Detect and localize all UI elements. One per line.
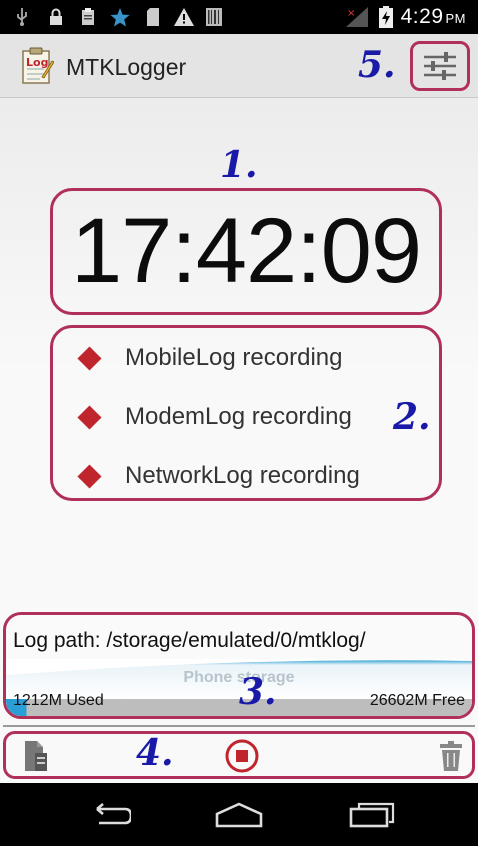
app-logo-text: Log bbox=[26, 56, 49, 69]
log-files-icon bbox=[25, 741, 47, 771]
trash-icon bbox=[440, 741, 462, 771]
main-content: 1. 17:42:09 MobileLog recording ModemLog… bbox=[0, 98, 478, 783]
free-space: 26602M Free bbox=[369, 692, 465, 709]
divider bbox=[3, 725, 475, 727]
status-bar: × 4:29 PM bbox=[0, 0, 478, 34]
clipboard-icon bbox=[80, 7, 96, 27]
elapsed-timer: 17:42:09 bbox=[70, 200, 422, 302]
barcode-icon bbox=[205, 7, 223, 27]
star-icon bbox=[110, 7, 130, 27]
recording-indicator-icon bbox=[77, 463, 102, 489]
recents-icon bbox=[349, 802, 395, 828]
warning-icon bbox=[174, 7, 194, 27]
status-row-networklog: NetworkLog recording bbox=[77, 461, 360, 491]
battery-icon bbox=[378, 6, 394, 28]
status-label: MobileLog recording bbox=[125, 344, 343, 371]
used-space: 1212M Used bbox=[13, 692, 104, 709]
time-value: 4:29 bbox=[400, 5, 444, 28]
log-files-button[interactable] bbox=[18, 737, 54, 775]
recording-indicator-icon bbox=[77, 345, 102, 371]
usb-icon bbox=[14, 7, 30, 27]
back-button[interactable] bbox=[78, 797, 138, 833]
status-row-mobilelog: MobileLog recording bbox=[77, 343, 342, 373]
app-title: MTKLogger bbox=[66, 54, 187, 80]
signal-icon: × bbox=[346, 7, 368, 27]
back-icon bbox=[96, 803, 131, 825]
annotation-3: 3. bbox=[239, 671, 277, 713]
time-ampm: PM bbox=[445, 11, 466, 26]
delete-logs-button[interactable] bbox=[434, 737, 468, 775]
bottom-toolbar: 4. bbox=[3, 731, 475, 779]
sliders-icon bbox=[424, 52, 456, 80]
annotation-2: 2. bbox=[393, 396, 431, 438]
app-logo-icon: Log bbox=[22, 47, 55, 85]
status-label: ModemLog recording bbox=[125, 403, 352, 430]
status-label: NetworkLog recording bbox=[125, 462, 360, 489]
lock-icon bbox=[48, 7, 64, 27]
home-icon bbox=[215, 802, 263, 828]
recents-button[interactable] bbox=[342, 797, 402, 833]
app-bar: Log MTKLogger 5. bbox=[0, 34, 478, 98]
storage-panel: Log path: /storage/emulated/0/mtklog/ Ph… bbox=[3, 612, 475, 719]
recording-indicator-icon bbox=[77, 404, 102, 430]
annotation-4: 4. bbox=[136, 732, 174, 774]
home-button[interactable] bbox=[209, 797, 269, 833]
annotation-1: 1. bbox=[220, 144, 258, 186]
timer-panel: 17:42:09 bbox=[50, 188, 442, 315]
svg-text:×: × bbox=[347, 8, 355, 19]
navigation-bar bbox=[0, 783, 478, 846]
settings-button[interactable] bbox=[410, 41, 470, 91]
annotation-5: 5. bbox=[358, 44, 396, 86]
log-status-panel: MobileLog recording ModemLog recording N… bbox=[50, 325, 442, 501]
clock-text: 4:29 PM bbox=[401, 5, 466, 29]
log-path-text: Log path: /storage/emulated/0/mtklog/ bbox=[13, 629, 366, 652]
stop-record-icon bbox=[225, 739, 259, 773]
sd-card-icon bbox=[145, 7, 161, 27]
stop-record-button[interactable] bbox=[222, 737, 262, 775]
status-row-modemlog: ModemLog recording bbox=[77, 402, 352, 432]
